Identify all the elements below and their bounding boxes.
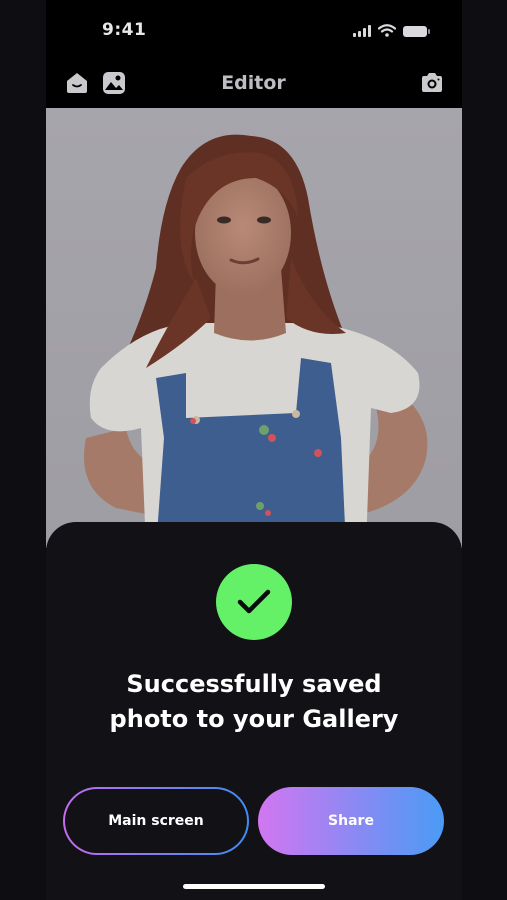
portrait-photo (46, 108, 462, 548)
main-screen-button[interactable]: Main screen (63, 787, 249, 855)
checkmark-icon (237, 589, 271, 614)
success-message-line2: photo to your Gallery (109, 705, 399, 733)
edited-photo (46, 108, 462, 548)
status-time: 9:41 (102, 20, 147, 40)
success-message-line1: Successfully saved (126, 670, 382, 698)
cellular-signal-icon (353, 24, 371, 37)
status-icons (353, 24, 430, 37)
camera-icon[interactable] (419, 70, 445, 96)
success-badge (216, 564, 292, 640)
share-button[interactable]: Share (258, 787, 444, 855)
battery-icon (403, 26, 430, 37)
main-screen-button-label: Main screen (65, 789, 247, 853)
app-screen: 9:41 Editor Successfully saved photo to … (0, 0, 507, 900)
home-indicator[interactable] (183, 884, 325, 889)
wifi-icon (378, 24, 396, 37)
